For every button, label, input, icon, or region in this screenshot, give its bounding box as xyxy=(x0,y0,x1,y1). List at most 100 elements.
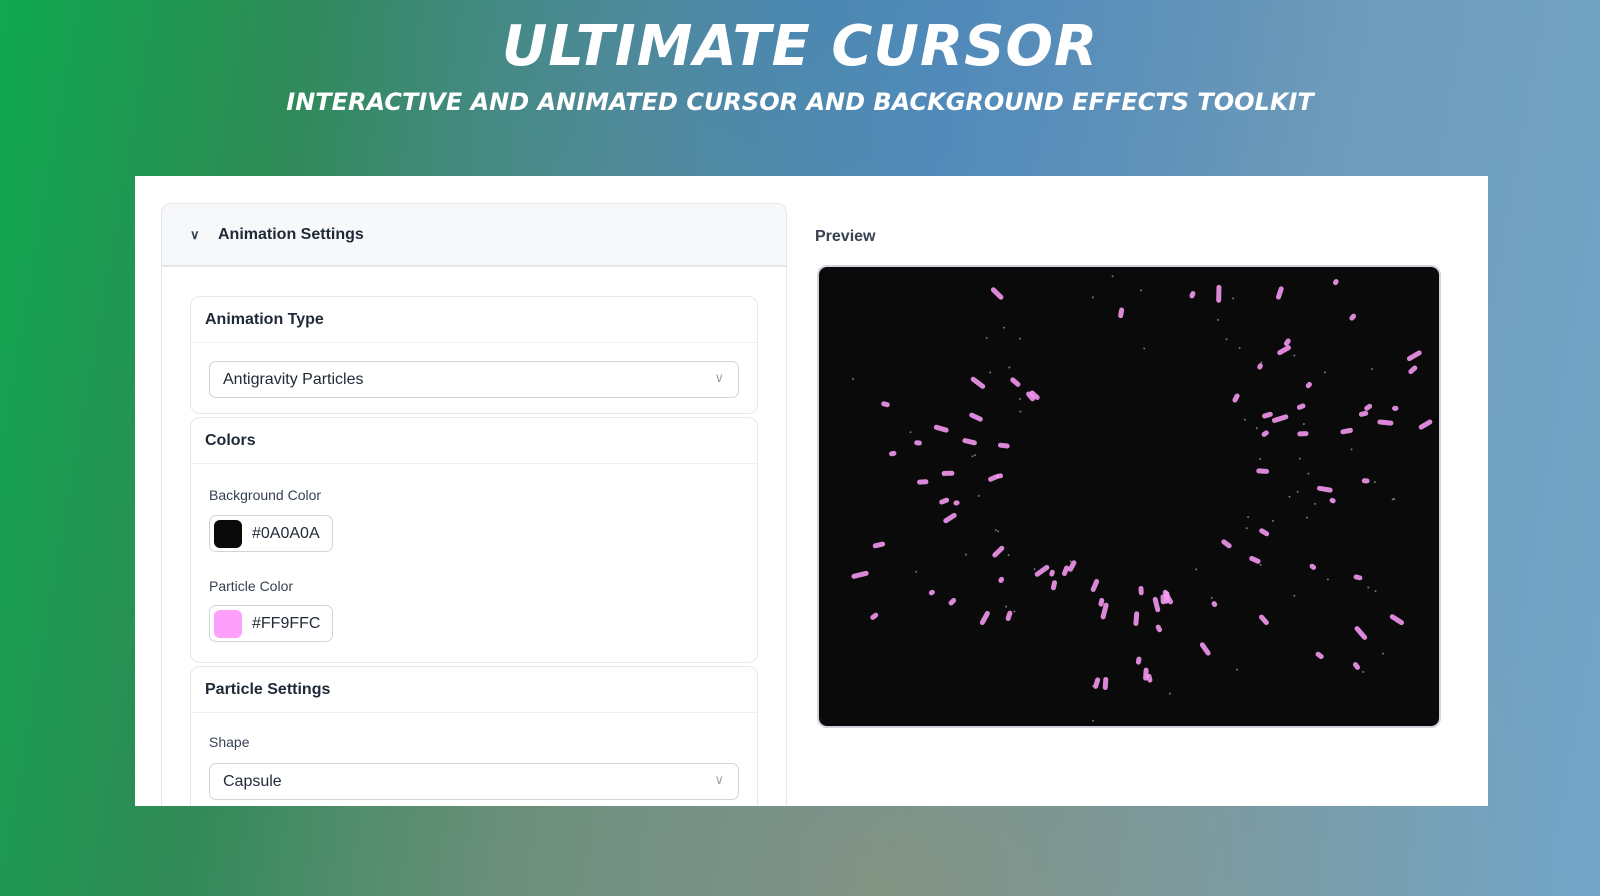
particle xyxy=(974,454,977,457)
particle xyxy=(1008,366,1011,369)
particle xyxy=(1364,403,1373,411)
particle xyxy=(1362,670,1365,673)
particle xyxy=(1034,564,1050,577)
particle xyxy=(1236,668,1239,671)
particle xyxy=(1349,313,1357,321)
particle xyxy=(1247,516,1250,519)
particle xyxy=(1296,490,1299,493)
particle xyxy=(1305,381,1312,389)
particle xyxy=(1163,591,1170,604)
color-swatch xyxy=(214,609,242,638)
particle xyxy=(1092,719,1095,722)
particle xyxy=(943,512,957,524)
preview-canvas[interactable] xyxy=(817,265,1441,728)
particle xyxy=(1152,596,1161,613)
particle xyxy=(1238,347,1241,350)
animation-type-select[interactable]: Antigravity Particles ∨ xyxy=(209,361,739,398)
particle xyxy=(994,529,997,532)
animation-type-card: Animation Type Antigravity Particles ∨ xyxy=(190,296,758,414)
particle xyxy=(953,500,960,506)
particle xyxy=(1293,354,1296,357)
particle xyxy=(1005,610,1013,621)
particle xyxy=(1261,430,1269,437)
particle xyxy=(1019,410,1022,413)
particle xyxy=(1374,590,1377,593)
particle xyxy=(1168,692,1171,695)
particle xyxy=(1352,662,1361,670)
particle xyxy=(988,474,1000,482)
shape-select[interactable]: Capsule ∨ xyxy=(209,763,739,800)
particle xyxy=(1305,516,1308,519)
particle xyxy=(1018,398,1021,401)
particle xyxy=(992,545,1005,558)
particle xyxy=(1307,472,1310,475)
particle xyxy=(851,570,869,579)
particle xyxy=(1093,677,1101,689)
particle xyxy=(852,377,855,380)
particle xyxy=(1271,414,1289,423)
color-value: #FF9FFC xyxy=(252,614,321,632)
particle xyxy=(1245,527,1248,530)
particle xyxy=(1216,318,1219,321)
particle xyxy=(1003,326,1006,329)
accordion-header[interactable]: ∨ Animation Settings xyxy=(162,204,786,267)
particle xyxy=(1370,368,1373,371)
particle xyxy=(1361,478,1370,484)
particle xyxy=(1309,563,1317,570)
particle xyxy=(1133,611,1140,626)
particle xyxy=(1249,555,1261,564)
particle xyxy=(1329,497,1336,504)
particle xyxy=(1050,580,1058,591)
particle xyxy=(1232,393,1240,403)
particle xyxy=(1221,539,1232,549)
colors-card: Colors Background Color #0A0A0A Particle… xyxy=(190,417,758,663)
particle xyxy=(933,424,949,433)
particle xyxy=(872,541,886,549)
particle xyxy=(1353,574,1363,581)
preview-label: Preview xyxy=(815,228,876,245)
card-title: Particle Settings xyxy=(191,667,757,713)
particle xyxy=(1118,307,1125,319)
particle xyxy=(1272,519,1275,522)
app-subtitle: Interactive and animated cursor and back… xyxy=(286,88,1314,116)
card-title: Colors xyxy=(191,418,757,464)
particle xyxy=(1418,419,1433,430)
particle xyxy=(1332,279,1339,286)
particle xyxy=(889,450,897,457)
particle xyxy=(1135,656,1142,665)
particle xyxy=(917,479,929,485)
chevron-down-icon: ∨ xyxy=(714,772,724,787)
particle xyxy=(948,597,957,606)
chevron-down-icon: ∨ xyxy=(190,226,200,242)
particle xyxy=(1408,365,1418,375)
particle xyxy=(915,570,918,573)
particle xyxy=(1033,568,1036,571)
particle xyxy=(1143,347,1146,350)
main-panel: ∨ Animation Settings Animation Type Anti… xyxy=(135,176,1488,806)
background-color-picker[interactable]: #0A0A0A xyxy=(209,515,333,552)
color-swatch xyxy=(214,519,242,548)
particle xyxy=(1323,371,1326,374)
animation-settings-accordion: ∨ Animation Settings Animation Type Anti… xyxy=(161,203,787,806)
particle xyxy=(1090,578,1100,592)
particle-color-picker[interactable]: #FF9FFC xyxy=(209,605,334,642)
particle xyxy=(1225,338,1228,341)
particle xyxy=(1102,676,1109,690)
particle xyxy=(1232,297,1235,300)
particle xyxy=(1350,448,1353,451)
particle xyxy=(1373,481,1376,484)
particle xyxy=(1140,289,1143,292)
background-color-label: Background Color xyxy=(209,487,322,503)
particle xyxy=(1314,502,1317,505)
color-value: #0A0A0A xyxy=(252,524,320,542)
particle xyxy=(1275,286,1284,300)
particle xyxy=(970,376,986,389)
particle xyxy=(939,497,950,505)
chevron-down-icon: ∨ xyxy=(714,370,724,385)
accordion-title: Animation Settings xyxy=(218,225,364,243)
particle xyxy=(969,412,983,422)
particle xyxy=(1358,410,1369,417)
app-title: Ultimate Cursor xyxy=(501,14,1099,79)
particle xyxy=(1296,403,1306,410)
particle xyxy=(1005,605,1008,608)
